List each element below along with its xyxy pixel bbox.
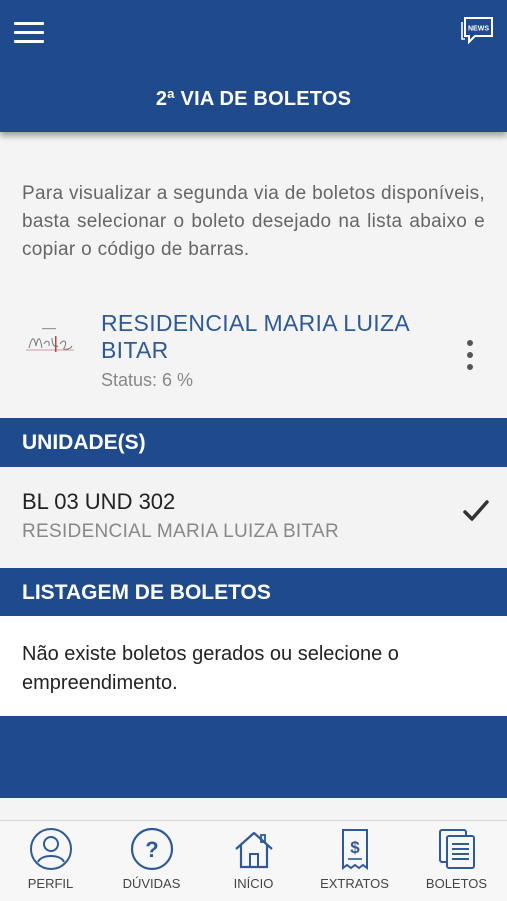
tab-boletos[interactable]: BOLETOS xyxy=(406,821,507,901)
svg-text:?: ? xyxy=(145,837,158,862)
user-icon xyxy=(29,827,73,871)
units-section-title: UNIDADE(S) xyxy=(22,431,146,454)
more-options-icon[interactable] xyxy=(460,338,480,372)
receipt-icon: $ xyxy=(333,827,377,871)
documents-icon xyxy=(435,827,479,871)
empreendimento-status: Status: 6 % xyxy=(101,370,194,390)
home-icon xyxy=(232,827,276,871)
tab-extratos[interactable]: $ EXTRATOS xyxy=(304,821,405,901)
page-title: 2ª VIA DE BOLETOS xyxy=(155,88,352,110)
boletos-empty-state: Não existe boletos gerados ou selecione … xyxy=(0,616,507,716)
unit-code: BL 03 UND 302 xyxy=(22,489,176,514)
unit-empreendimento: RESIDENCIAL MARIA LUIZA BITAR xyxy=(22,521,339,542)
tab-inicio[interactable]: INÍCIO xyxy=(203,821,304,901)
checkmark-icon xyxy=(462,497,490,525)
bottom-tab-bar: PERFIL ? DÚVIDAS INÍCIO $ EXTRATOS BOLET… xyxy=(0,820,507,901)
news-icon[interactable]: NEWS xyxy=(459,12,495,48)
question-icon: ? xyxy=(130,827,174,871)
tab-perfil[interactable]: PERFIL xyxy=(0,821,101,901)
empty-message: Não existe boletos gerados ou selecione … xyxy=(22,643,399,694)
app-header: NEWS 2ª VIA DE BOLETOS xyxy=(0,0,507,132)
tab-label: PERFIL xyxy=(27,876,74,891)
decorative-band xyxy=(0,716,507,798)
tab-label: EXTRATOS xyxy=(320,876,389,891)
news-icon-label: NEWS xyxy=(468,26,489,33)
residencial-logo-icon xyxy=(24,322,76,360)
boletos-section-title: LISTAGEM DE BOLETOS xyxy=(22,581,271,604)
svg-text:$: $ xyxy=(350,838,360,857)
empreendimento-card[interactable]: RESIDENCIAL MARIA LUIZA BITAR Status: 6 … xyxy=(0,300,507,410)
units-section-header: UNIDADE(S) xyxy=(0,418,507,467)
hamburger-menu-button[interactable] xyxy=(14,20,46,46)
empreendimento-name: RESIDENCIAL MARIA LUIZA BITAR xyxy=(101,310,409,363)
tab-label: DÚVIDAS xyxy=(122,876,181,891)
unit-list-item[interactable]: BL 03 UND 302 RESIDENCIAL MARIA LUIZA BI… xyxy=(0,467,507,568)
tab-duvidas[interactable]: ? DÚVIDAS xyxy=(101,821,202,901)
intro-text: Para visualizar a segunda via de boletos… xyxy=(22,183,485,260)
boletos-section-header: LISTAGEM DE BOLETOS xyxy=(0,568,507,617)
tab-label: BOLETOS xyxy=(425,876,488,891)
tab-label: INÍCIO xyxy=(233,876,274,891)
